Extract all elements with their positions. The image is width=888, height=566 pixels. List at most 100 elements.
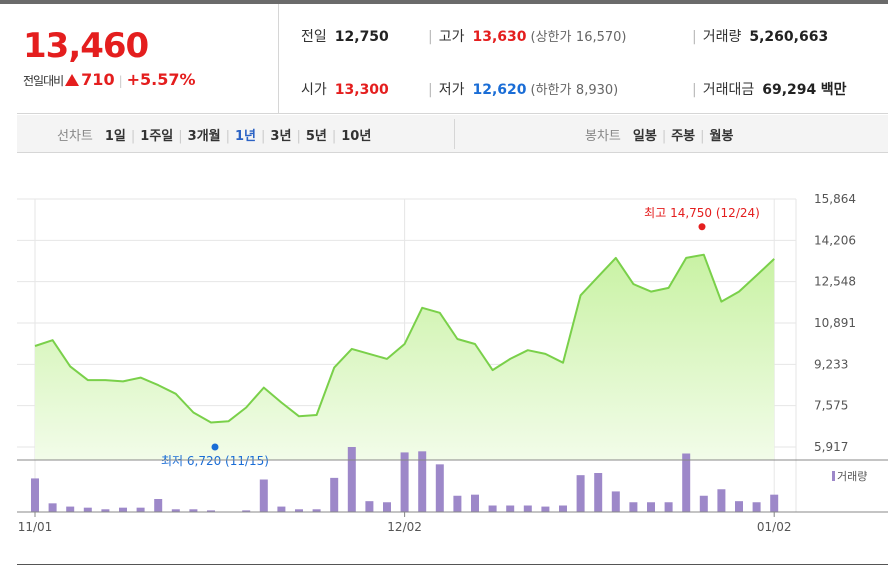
stat-value: 12,750 — [334, 29, 389, 45]
volume-bar — [770, 494, 779, 512]
line-chart-title: 선차트 — [57, 129, 93, 144]
high-annotation: 최고 14,750 (12/24) — [644, 206, 760, 220]
tab-1y[interactable]: 1년 — [235, 129, 256, 144]
volume-bar — [277, 506, 286, 512]
volume-bar — [611, 491, 620, 512]
stat-label: 거래량 — [702, 29, 742, 45]
stat-value: 13,630 — [472, 29, 527, 45]
volume-bar — [31, 478, 39, 512]
stat-prev-close: 전일 12,750 — [301, 26, 389, 46]
tab-weekly-candle[interactable]: 주봉 — [671, 129, 695, 144]
bottom-border — [17, 564, 888, 565]
high-marker — [698, 223, 706, 231]
divider: | — [692, 29, 697, 45]
stat-high: | 고가 13,630 (상한가 16,570) — [428, 26, 626, 46]
stat-label: 고가 — [438, 29, 465, 45]
stat-value: 69,294 — [762, 82, 817, 98]
low-annotation: 최저 6,720 (11/15) — [161, 454, 269, 468]
divider: | — [118, 74, 123, 88]
price-chart: 최고 14,750 (12/24) 최저 6,720 (11/15) 15,864… — [17, 192, 888, 534]
current-price: 13,460 — [23, 26, 149, 66]
quote-summary: 13,460 전일대비 710 | +5.57% 전일 12,750 시가 13,300 … — [17, 4, 888, 114]
volume-bar — [119, 507, 127, 512]
tab-daily-candle[interactable]: 일봉 — [633, 129, 657, 144]
tab-3m[interactable]: 3개월 — [188, 129, 221, 144]
volume-bar — [400, 452, 409, 512]
stat-label: 거래대금 — [702, 82, 755, 98]
stat-unit: 백만 — [820, 82, 847, 98]
volume-bar — [699, 495, 708, 512]
volume-bar — [66, 506, 75, 512]
volume-bar — [559, 505, 567, 512]
volume-bar — [435, 464, 444, 512]
stat-value: 5,260,663 — [749, 29, 829, 45]
change-value: 710 — [81, 70, 115, 89]
tab-1w[interactable]: 1주일 — [140, 129, 173, 144]
volume-bar — [136, 507, 145, 512]
divider: | — [428, 29, 433, 45]
volume-bar — [471, 494, 479, 512]
volume-bar — [365, 501, 374, 512]
line-chart-tabs: 선차트 1일 | 1주일 | 3개월 | 1년 | 3년 | 5년 | 10년 — [57, 129, 372, 144]
change-label: 전일대비 — [23, 74, 64, 88]
upper-limit-label: (상한가 — [530, 30, 572, 45]
change-row: 전일대비 710 | +5.57% — [23, 70, 196, 89]
stat-value: 13,300 — [334, 82, 389, 98]
y-tick-label: 10,891 — [814, 316, 856, 330]
tab-10y[interactable]: 10년 — [341, 129, 371, 144]
candle-chart-title: 봉차트 — [585, 129, 621, 144]
volume-bar — [647, 502, 655, 512]
stat-amount: | 거래대금 69,294 백만 — [692, 79, 847, 99]
volume-bar — [383, 502, 391, 512]
volume-legend-label: 거래량 — [837, 470, 867, 483]
volume-bar — [629, 502, 638, 512]
volume-bar — [735, 501, 743, 512]
volume-bar — [347, 447, 356, 512]
y-tick-label: 7,575 — [814, 399, 848, 413]
change-percent: +5.57% — [126, 70, 196, 89]
up-triangle-icon — [65, 74, 80, 86]
stat-label: 시가 — [301, 82, 327, 98]
lower-limit-label: (하한가 — [530, 83, 572, 98]
volume-bar — [717, 489, 726, 512]
price-box: 13,460 전일대비 710 | +5.57% — [17, 4, 279, 114]
chart-period-bar: 선차트 1일 | 1주일 | 3개월 | 1년 | 3년 | 5년 | 10년 봉차트 일봉 | 주봉 | 월봉 — [17, 115, 888, 153]
volume-bar — [506, 505, 515, 512]
stat-low: | 저가 12,620 (하한가 8,930) — [428, 79, 618, 99]
y-tick-label: 14,206 — [814, 233, 856, 247]
y-tick-label: 5,917 — [814, 440, 848, 454]
tab-3y[interactable]: 3년 — [270, 129, 291, 144]
y-tick-label: 12,548 — [814, 275, 856, 289]
volume-legend-swatch — [832, 471, 835, 481]
volume-bar — [259, 479, 268, 512]
stat-label: 전일 — [301, 29, 327, 45]
volume-bar — [83, 507, 92, 512]
volume-bar — [48, 503, 57, 512]
divider: | — [692, 82, 697, 98]
x-tick-label: 01/02 — [757, 520, 792, 534]
upper-limit-value: 16,570) — [575, 30, 627, 45]
low-marker — [211, 443, 219, 451]
tab-monthly-candle[interactable]: 월봉 — [710, 129, 734, 144]
stat-value: 12,620 — [472, 82, 527, 98]
tab-5y[interactable]: 5년 — [306, 129, 327, 144]
stat-label: 저가 — [438, 82, 465, 98]
volume-bar — [752, 502, 761, 512]
volume-bar — [541, 506, 550, 512]
y-tick-label: 9,233 — [814, 357, 848, 371]
volume-bar — [523, 505, 532, 512]
volume-bar — [682, 453, 691, 512]
volume-bar — [453, 495, 462, 512]
volume-bar — [576, 475, 585, 512]
volume-bar — [488, 505, 497, 512]
x-tick-label: 11/01 — [18, 520, 53, 534]
tab-1d[interactable]: 1일 — [105, 129, 126, 144]
tab-group-divider — [454, 119, 455, 149]
x-tick-label: 12/02 — [387, 520, 422, 534]
lower-limit-value: 8,930) — [575, 83, 619, 98]
volume-bar — [594, 473, 603, 512]
candle-chart-tabs: 봉차트 일봉 | 주봉 | 월봉 — [585, 129, 734, 144]
volume-bar — [154, 499, 163, 512]
y-tick-label: 15,864 — [814, 192, 856, 206]
stat-open: 시가 13,300 — [301, 79, 389, 99]
